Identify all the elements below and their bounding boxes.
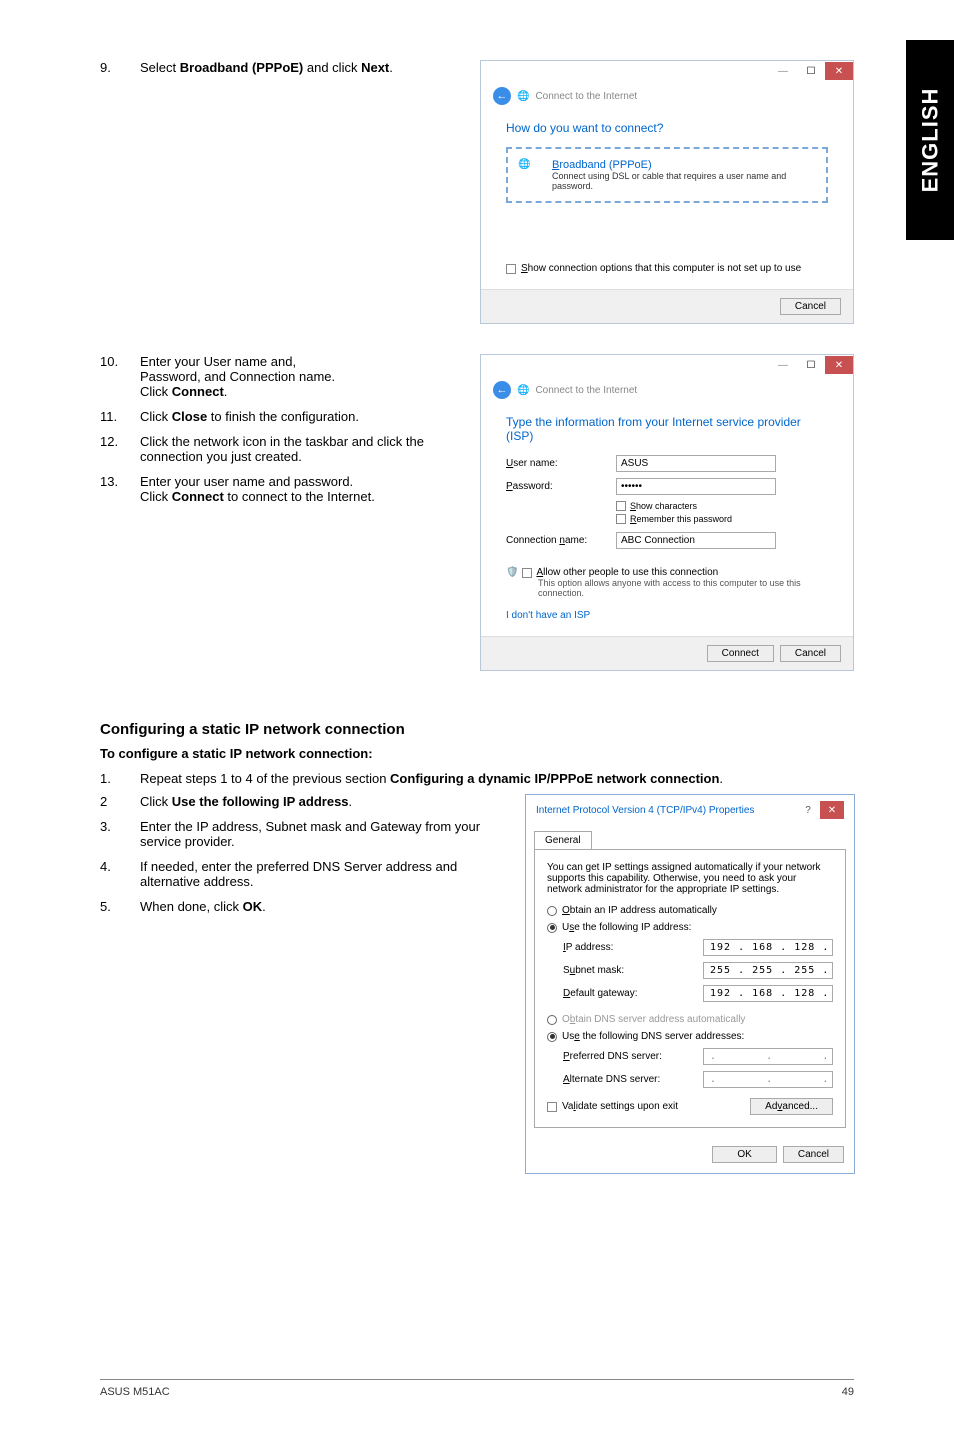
general-tab[interactable]: General: [534, 831, 592, 849]
lower-step-2: 2 Click Use the following IP address.: [100, 794, 505, 809]
allow-others-checkbox[interactable]: [522, 568, 532, 578]
cancel-button[interactable]: Cancel: [780, 645, 841, 662]
back-icon[interactable]: ←: [493, 87, 511, 105]
broadband-option[interactable]: 🌐 Broadband (PPPoE) Connect using DSL or…: [506, 147, 828, 203]
dialog-breadcrumb: Connect to the Internet: [535, 91, 637, 102]
password-input[interactable]: [616, 478, 776, 495]
subnet-mask-label: Subnet mask:: [563, 965, 703, 976]
obtain-ip-auto-label: Obtain an IP address automatically: [562, 905, 717, 916]
dialog-heading: How do you want to connect?: [506, 121, 828, 135]
globe-small-icon: 🌐: [517, 91, 529, 102]
ip-address-label: IP address:: [563, 942, 703, 953]
help-icon[interactable]: ?: [796, 801, 820, 819]
validate-label: Validate settings upon exit: [562, 1101, 678, 1112]
validate-checkbox[interactable]: [547, 1102, 557, 1112]
connect-dialog-2: — ☐ ✕ ← 🌐 Connect to the Internet Type t…: [480, 354, 854, 671]
step-12: 12. Click the network icon in the taskba…: [100, 434, 460, 464]
obtain-dns-auto-radio: [547, 1015, 557, 1025]
password-label: Password:: [506, 481, 616, 492]
close-icon[interactable]: ✕: [825, 356, 853, 374]
show-options-label: Show connection options that this comput…: [521, 263, 801, 274]
alternate-dns-label: Alternate DNS server:: [563, 1074, 703, 1085]
maximize-icon[interactable]: ☐: [797, 356, 825, 374]
connection-name-input[interactable]: [616, 532, 776, 549]
show-options-checkbox[interactable]: [506, 264, 516, 274]
use-following-dns-label: Use the following DNS server addresses:: [562, 1031, 744, 1042]
footer-model: ASUS M51AC: [100, 1386, 170, 1398]
step-10: 10. Enter your User name and, Password, …: [100, 354, 460, 399]
username-input[interactable]: [616, 455, 776, 472]
lower-step-1: 1. Repeat steps 1 to 4 of the previous s…: [100, 771, 854, 786]
gateway-input[interactable]: [703, 985, 833, 1002]
step-9: 9. Select Broadband (PPPoE) and click Ne…: [100, 60, 460, 75]
alternate-dns-input[interactable]: [703, 1071, 833, 1088]
step-11: 11. Click Close to finish the configurat…: [100, 409, 460, 424]
username-label: User name:: [506, 458, 616, 469]
maximize-icon[interactable]: ☐: [797, 62, 825, 80]
lower-step-4: 4. If needed, enter the preferred DNS Se…: [100, 859, 505, 889]
dialog-heading: Type the information from your Internet …: [506, 415, 828, 443]
connection-name-label: Connection name:: [506, 535, 616, 546]
ipv4-properties-dialog: Internet Protocol Version 4 (TCP/IPv4) P…: [525, 794, 855, 1174]
page-footer: ASUS M51AC 49: [100, 1379, 854, 1398]
lower-step-3: 3. Enter the IP address, Subnet mask and…: [100, 819, 505, 849]
step-13: 13. Enter your user name and password. C…: [100, 474, 460, 504]
preferred-dns-input[interactable]: [703, 1048, 833, 1065]
subnet-mask-input[interactable]: [703, 962, 833, 979]
props-title: Internet Protocol Version 4 (TCP/IPv4) P…: [536, 805, 754, 816]
remember-label: Remember this password: [630, 514, 732, 524]
preferred-dns-label: Preferred DNS server:: [563, 1051, 703, 1062]
minimize-icon[interactable]: —: [769, 62, 797, 80]
use-following-ip-radio[interactable]: [547, 923, 557, 933]
obtain-ip-auto-radio[interactable]: [547, 906, 557, 916]
lower-step-5: 5. When done, click OK.: [100, 899, 505, 914]
gateway-label: Default gateway:: [563, 988, 703, 999]
allow-others-sub: This option allows anyone with access to…: [538, 578, 828, 598]
show-chars-label: Show characters: [630, 501, 697, 511]
allow-others-label: Allow other people to use this connectio…: [536, 567, 718, 578]
minimize-icon[interactable]: —: [769, 356, 797, 374]
footer-page-number: 49: [842, 1386, 854, 1398]
ip-address-input[interactable]: [703, 939, 833, 956]
shield-icon: 🛡️: [506, 567, 518, 578]
close-icon[interactable]: ✕: [820, 801, 844, 819]
obtain-dns-auto-label: Obtain DNS server address automatically: [562, 1014, 745, 1025]
back-icon[interactable]: ←: [493, 381, 511, 399]
cancel-button[interactable]: Cancel: [780, 298, 841, 315]
ok-button[interactable]: OK: [712, 1146, 776, 1163]
cancel-button[interactable]: Cancel: [783, 1146, 844, 1163]
connect-button[interactable]: Connect: [707, 645, 774, 662]
props-description: You can get IP settings assigned automat…: [547, 862, 833, 895]
show-chars-checkbox[interactable]: [616, 501, 626, 511]
globe-small-icon: 🌐: [517, 385, 529, 396]
no-isp-link[interactable]: I don't have an ISP: [506, 610, 590, 621]
close-icon[interactable]: ✕: [825, 62, 853, 80]
globe-icon: 🌐: [518, 159, 542, 183]
dialog-breadcrumb: Connect to the Internet: [535, 385, 637, 396]
use-following-ip-label: Use the following IP address:: [562, 922, 691, 933]
sub-heading: To configure a static IP network connect…: [100, 746, 854, 761]
section-heading: Configuring a static IP network connecti…: [100, 721, 854, 738]
option-subtitle: Connect using DSL or cable that requires…: [552, 171, 816, 191]
connect-dialog-1: — ☐ ✕ ← 🌐 Connect to the Internet How do…: [480, 60, 854, 324]
remember-checkbox[interactable]: [616, 514, 626, 524]
option-title: Broadband (PPPoE): [552, 159, 816, 171]
use-following-dns-radio[interactable]: [547, 1032, 557, 1042]
advanced-button[interactable]: Advanced...: [750, 1098, 833, 1115]
